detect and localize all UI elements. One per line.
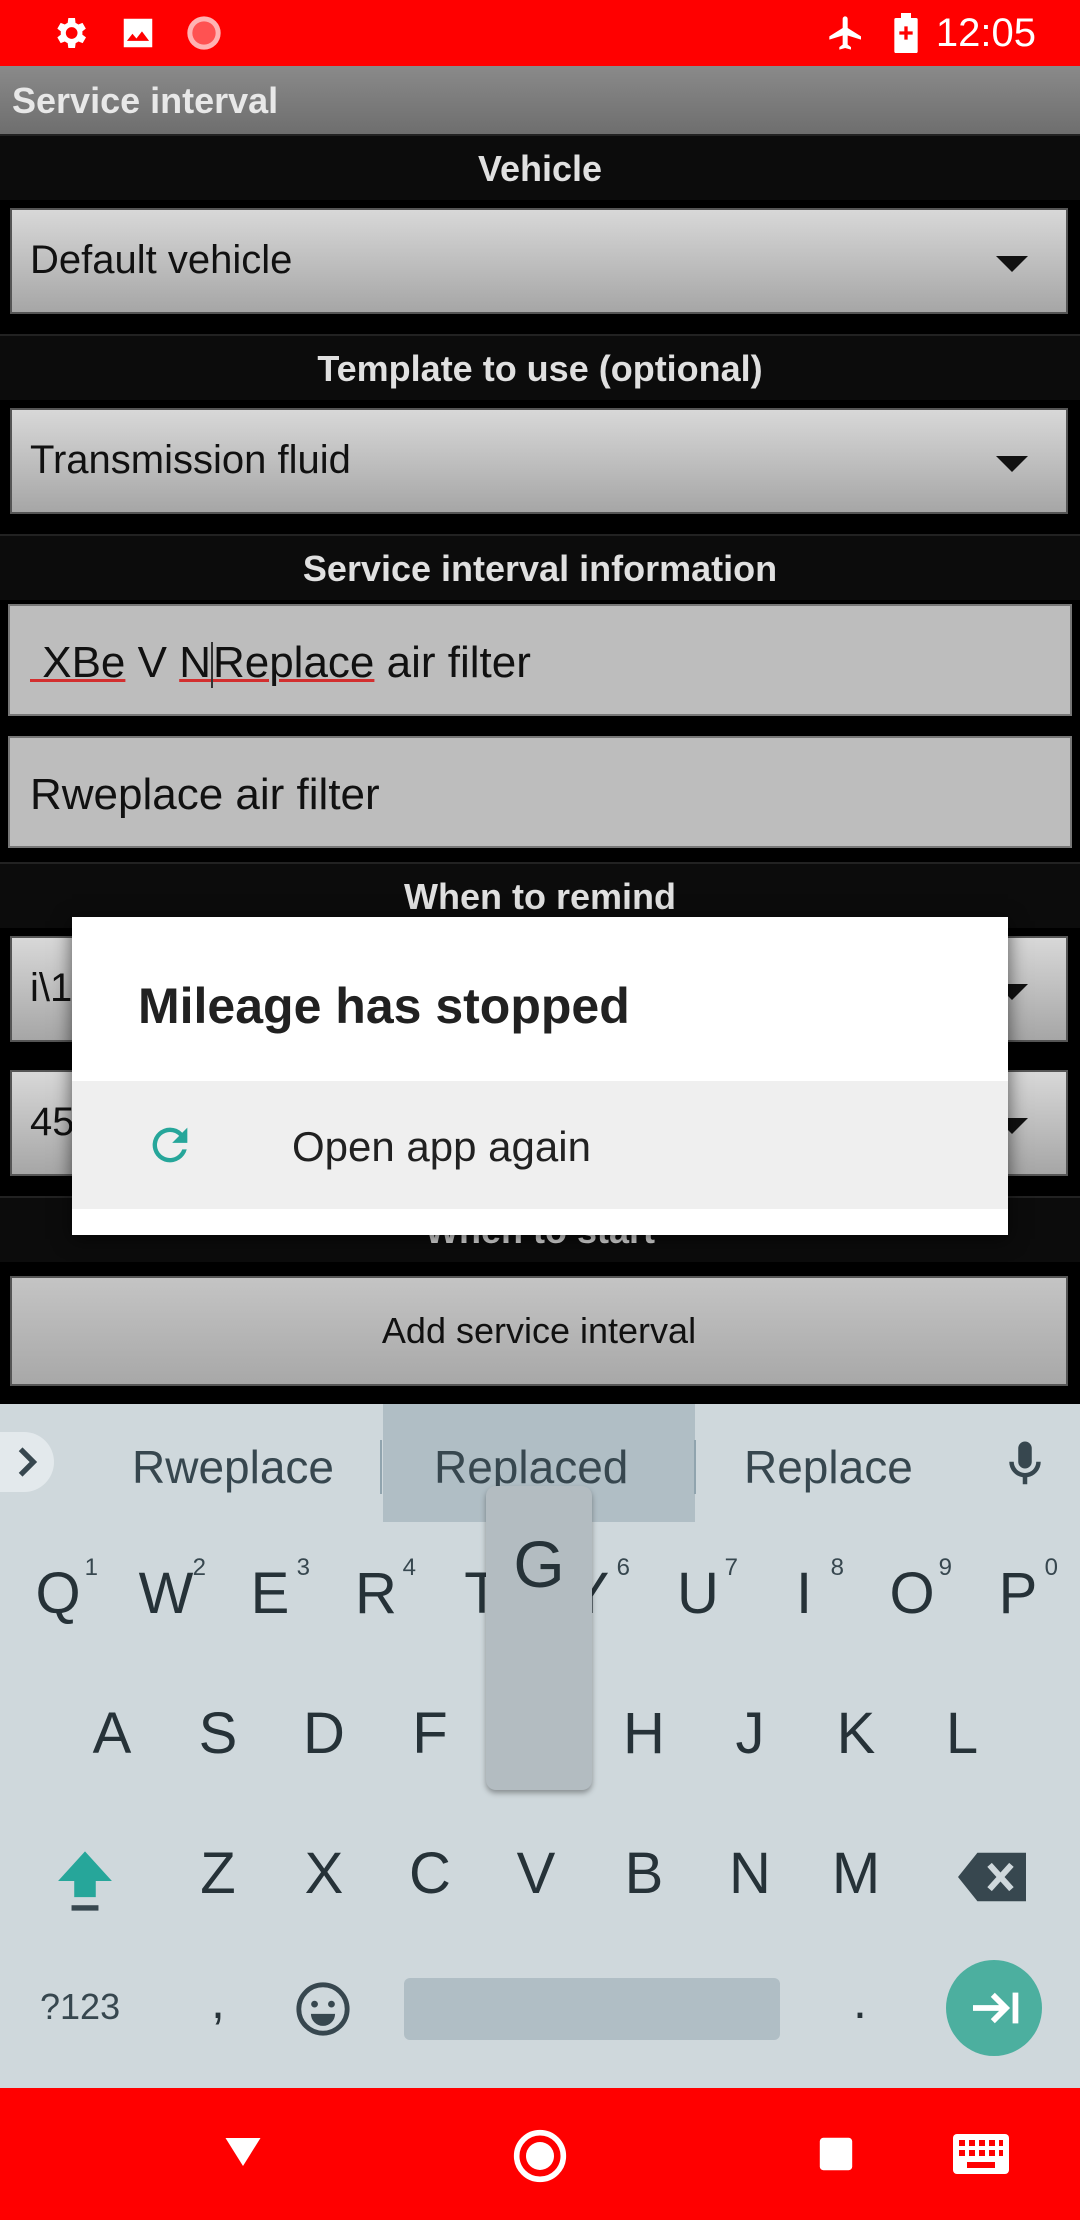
- dialog-title: Mileage has stopped: [138, 978, 630, 1034]
- remind-value-2: 45: [30, 1100, 75, 1144]
- airplane-icon: [826, 13, 866, 53]
- key-b[interactable]: B: [594, 1840, 694, 1907]
- key-popup-g: G: [486, 1486, 592, 1790]
- suggestion-1[interactable]: Rweplace: [132, 1440, 334, 1494]
- key-n[interactable]: N: [700, 1840, 800, 1907]
- shift-icon[interactable]: [52, 1846, 118, 1921]
- page-title: Service interval: [12, 80, 279, 121]
- app-stopped-dialog: Mileage has stopped Open app again: [72, 917, 1008, 1235]
- service-description-value: Rweplace air filter: [30, 770, 380, 819]
- key-e[interactable]: E3: [220, 1554, 320, 1627]
- space-bar[interactable]: [404, 1978, 780, 2040]
- refresh-icon: [144, 1119, 196, 1171]
- service-name-input[interactable]: XBe V NReplace air filter: [8, 604, 1072, 716]
- key-x[interactable]: X: [274, 1840, 374, 1907]
- key-d[interactable]: D: [274, 1700, 374, 1767]
- key-u[interactable]: U7: [648, 1554, 748, 1627]
- symbols-key[interactable]: ?123: [40, 1986, 120, 2028]
- service-name-value: XBe V NReplace air filter: [30, 638, 531, 689]
- key-i[interactable]: I8: [754, 1554, 854, 1627]
- next-arrow-icon: [968, 1986, 1022, 2035]
- add-service-interval-button[interactable]: Add service interval: [10, 1276, 1068, 1386]
- period-key[interactable]: .: [810, 1972, 910, 2030]
- key-m[interactable]: M: [806, 1840, 906, 1907]
- image-icon: [118, 13, 158, 53]
- navigation-bar: [0, 2088, 1080, 2220]
- settings-icon: [50, 13, 90, 53]
- comma-key[interactable]: ,: [168, 1972, 268, 2030]
- template-dropdown-value: Transmission fluid: [30, 438, 351, 482]
- key-q[interactable]: Q1: [8, 1554, 108, 1627]
- key-o[interactable]: O9: [862, 1554, 962, 1627]
- record-icon: [184, 13, 224, 53]
- home-icon[interactable]: [512, 2128, 568, 2189]
- microphone-icon[interactable]: [998, 1436, 1052, 1497]
- key-l[interactable]: L: [912, 1700, 1012, 1767]
- suggestion-divider: [380, 1440, 382, 1494]
- dropdown-arrow-icon: [996, 256, 1028, 272]
- key-p[interactable]: P0: [968, 1554, 1068, 1627]
- key-c[interactable]: C: [380, 1840, 480, 1907]
- key-f[interactable]: F: [380, 1700, 480, 1767]
- key-z[interactable]: Z: [168, 1840, 268, 1907]
- section-header-info: Service interval information: [0, 534, 1080, 600]
- remind-value-1: i\1: [30, 966, 73, 1010]
- status-bar: 12:05: [0, 0, 1080, 66]
- key-j[interactable]: J: [700, 1700, 800, 1767]
- back-icon[interactable]: [222, 2134, 264, 2175]
- chevron-right-icon[interactable]: [0, 1432, 54, 1492]
- key-r[interactable]: R4: [326, 1554, 426, 1627]
- suggestion-divider: [694, 1440, 696, 1494]
- template-dropdown[interactable]: Transmission fluid: [10, 408, 1068, 514]
- dropdown-arrow-icon: [996, 456, 1028, 472]
- service-description-input[interactable]: Rweplace air filter: [8, 736, 1072, 848]
- section-header-vehicle: Vehicle: [0, 134, 1080, 200]
- key-s[interactable]: S: [168, 1700, 268, 1767]
- open-app-again-label: Open app again: [292, 1123, 591, 1170]
- key-a[interactable]: A: [62, 1700, 162, 1767]
- app-title-bar: Service interval: [0, 66, 1080, 134]
- suggestion-3[interactable]: Replace: [744, 1440, 913, 1494]
- key-v[interactable]: V: [486, 1840, 586, 1907]
- key-w[interactable]: W2: [116, 1554, 216, 1627]
- vehicle-dropdown[interactable]: Default vehicle: [10, 208, 1068, 314]
- emoji-icon[interactable]: [294, 1980, 352, 2043]
- key-k[interactable]: K: [806, 1700, 906, 1767]
- clock: 12:05: [935, 11, 1036, 55]
- keyboard-icon[interactable]: [952, 2134, 1010, 2179]
- section-header-template: Template to use (optional): [0, 334, 1080, 400]
- vehicle-dropdown-value: Default vehicle: [30, 238, 293, 282]
- enter-key[interactable]: [946, 1960, 1042, 2056]
- open-app-again-button[interactable]: Open app again: [72, 1081, 1008, 1209]
- recents-icon[interactable]: [818, 2136, 854, 2177]
- battery-icon: [886, 13, 926, 53]
- key-h[interactable]: H: [594, 1700, 694, 1767]
- backspace-icon[interactable]: [958, 1852, 1026, 1907]
